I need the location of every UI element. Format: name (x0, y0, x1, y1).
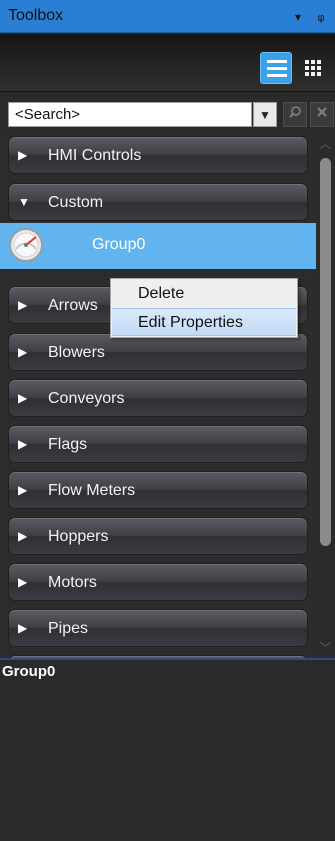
grid-view-button[interactable] (297, 52, 329, 84)
category-motors[interactable]: ▶ Motors (8, 563, 308, 601)
expand-arrow-icon: ▶ (18, 437, 28, 451)
category-hmi-controls[interactable]: ▶ HMI Controls (8, 136, 308, 174)
close-icon (317, 107, 327, 117)
list-view-button[interactable] (260, 52, 292, 84)
category-pipes[interactable]: ▶ Pipes (8, 609, 308, 647)
expand-arrow-icon: ▶ (18, 483, 28, 497)
category-blowers[interactable]: ▶ Blowers (8, 333, 308, 371)
vertical-scrollbar[interactable]: ︿ ﹀ (316, 135, 335, 658)
toolbox-item-label: Group0 (92, 236, 146, 253)
expand-arrow-icon: ▶ (18, 345, 28, 359)
scroll-down-icon[interactable]: ﹀ (317, 640, 334, 657)
expand-arrow-icon: ▶ (18, 391, 28, 405)
category-label: Conveyors (48, 390, 125, 407)
expand-arrow-icon: ▶ (18, 148, 28, 162)
category-label: Hoppers (48, 528, 109, 545)
category-label: Flags (48, 436, 88, 453)
context-menu: Delete Edit Properties (110, 278, 298, 338)
toolbox-title-bar: Toolbox ▾ ᵩ (0, 0, 335, 33)
expand-arrow-icon: ▶ (18, 529, 28, 543)
category-label: HMI Controls (48, 147, 142, 164)
expand-arrow-icon: ▶ (18, 575, 28, 589)
toolbox-window: Toolbox ▾ ᵩ ▼ (0, 0, 335, 841)
window-menu-dropdown-icon[interactable]: ▾ (290, 8, 306, 26)
category-label: Flow Meters (48, 482, 136, 499)
toolbox-item-group0[interactable]: Group0 (0, 223, 316, 269)
category-hoppers[interactable]: ▶ Hoppers (8, 517, 308, 555)
gauge-icon (9, 228, 43, 262)
category-custom[interactable]: ▼ Custom (8, 183, 308, 221)
category-flags[interactable]: ▶ Flags (8, 425, 308, 463)
toolbox-list: ▶ HMI Controls ▼ Custom Group0 ▶ Arrows … (0, 135, 335, 658)
category-flow-meters[interactable]: ▶ Flow Meters (8, 471, 308, 509)
category-label: Motors (48, 574, 97, 591)
scroll-up-icon[interactable]: ︿ (317, 136, 334, 153)
details-title: Group0 (2, 663, 56, 680)
details-panel: Group0 (0, 658, 335, 841)
category-label: Pipes (48, 620, 89, 637)
menu-item-delete[interactable]: Delete (112, 280, 296, 307)
pin-icon[interactable]: ᵩ (313, 6, 329, 26)
expand-arrow-icon: ▶ (18, 298, 28, 312)
search-input[interactable] (8, 102, 252, 127)
magnifier-icon (289, 106, 301, 118)
expand-arrow-icon: ▶ (18, 621, 28, 635)
category-label: Blowers (48, 344, 105, 361)
search-dropdown-button[interactable]: ▼ (253, 102, 277, 127)
list-view-icon (267, 60, 287, 81)
collapse-arrow-icon: ▼ (18, 195, 30, 209)
toolbox-title: Toolbox (8, 7, 64, 24)
scroll-thumb[interactable] (320, 158, 331, 546)
menu-item-edit-properties[interactable]: Edit Properties (112, 308, 296, 336)
search-button[interactable] (283, 102, 307, 127)
category-label: Custom (48, 194, 104, 211)
clear-search-button[interactable] (310, 102, 334, 127)
toolbox-toolbar (0, 34, 335, 92)
grid-view-icon (305, 60, 322, 77)
search-row: ▼ (0, 93, 335, 135)
category-conveyors[interactable]: ▶ Conveyors (8, 379, 308, 417)
category-label: Arrows (48, 297, 98, 314)
